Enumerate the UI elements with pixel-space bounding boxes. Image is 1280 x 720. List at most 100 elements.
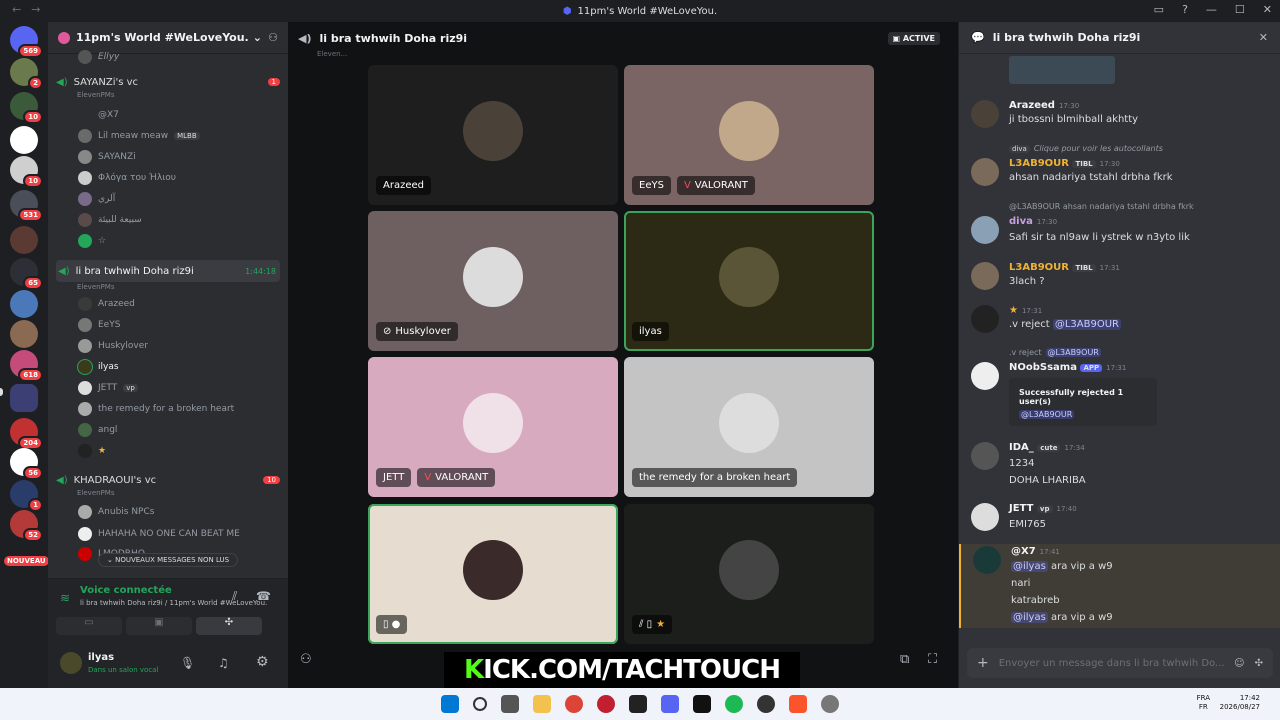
author[interactable]: L3AB9OUR [1009,158,1069,169]
fullscreen-icon[interactable]: ⛶ [928,652,937,667]
voice-status[interactable]: Voice connectée [80,585,172,596]
server-icon[interactable] [10,290,38,318]
author[interactable]: diva [1009,216,1033,227]
close-icon[interactable]: ✕ [1259,31,1268,44]
mic-icon[interactable]: 🎙 [180,656,195,670]
avatar[interactable] [971,158,999,186]
mention[interactable]: @L3AB9OUR [1052,319,1121,330]
nav-arrows[interactable]: ← → [12,3,40,16]
apps-icon[interactable]: ✣ [1255,658,1263,669]
author[interactable]: Arazeed [1009,100,1055,111]
server-icon[interactable]: 2 [10,58,43,90]
voice-channel-khadraoui[interactable]: ◀) KHADRAOUI's vc 10 [56,472,280,488]
search-icon[interactable] [473,697,487,711]
image-attachment[interactable] [1009,56,1115,84]
participant-tile[interactable]: EeYS V VALORANT [624,65,874,205]
list-item[interactable]: Arazeed [78,295,278,313]
participant-tile[interactable]: ⊘ Huskylover [368,211,618,351]
server-icon[interactable] [10,126,38,154]
app-icon[interactable] [629,695,647,713]
list-item[interactable]: JETT vp [78,379,278,397]
server-icon[interactable]: 618 [10,350,43,382]
server-icon[interactable]: 1 [10,480,43,512]
start-icon[interactable] [441,695,459,713]
inbox-icon[interactable]: ▭ [1154,3,1164,16]
avatar[interactable] [971,503,999,531]
list-item[interactable]: Anubis NPCs [78,503,278,521]
help-icon[interactable]: ? [1182,3,1188,16]
new-label[interactable]: NOUVEAU [4,556,49,566]
discord-icon[interactable] [661,695,679,713]
avatar[interactable] [971,362,999,390]
list-item[interactable]: Φλόγα του Ήλιου [78,169,278,187]
voice-channel-sayanzi[interactable]: ◀) SAYANZi's vc 1 [56,74,280,90]
noise-icon[interactable]: ⫽ [232,589,237,604]
back-icon[interactable]: ← [12,3,21,16]
list-item[interactable]: سبيعة للبيئة [78,211,278,229]
avatar[interactable] [971,216,999,244]
spotify-icon[interactable] [725,695,743,713]
server-icon[interactable]: 56 [10,448,43,480]
message-input[interactable]: + Envoyer un message dans li bra twhwih … [967,648,1273,678]
system-tray[interactable]: FRA FR [1197,694,1210,712]
list-item[interactable]: SAYANZi [78,148,278,166]
list-item[interactable]: EeYS [78,316,278,334]
chrome-icon[interactable] [565,695,583,713]
avatar[interactable] [971,262,999,290]
app-icon[interactable] [693,695,711,713]
server-icon[interactable]: 531 [10,190,43,222]
avatar[interactable] [60,652,82,674]
mention[interactable]: @ilyas [1011,612,1048,623]
list-item[interactable]: ilyas [78,358,278,376]
author[interactable]: ★ [1009,305,1018,316]
home-button[interactable]: 569 [10,26,43,58]
list-item[interactable]: angl [78,421,278,439]
disconnect-icon[interactable]: ☎ [256,589,271,603]
participant-tile[interactable]: ilyas [624,211,874,351]
app-icon[interactable] [597,695,615,713]
avatar[interactable] [973,546,1001,574]
file-explorer-icon[interactable] [533,695,551,713]
author[interactable]: @X7 [1011,546,1036,557]
headphones-icon[interactable]: ♫ [218,656,229,670]
minimize-icon[interactable]: — [1206,3,1217,16]
list-item[interactable]: @X7 [78,106,278,124]
forward-icon[interactable]: → [31,3,40,16]
add-member-icon[interactable]: ⚇ [268,31,278,44]
author[interactable]: NOobSsama [1009,362,1077,373]
list-item[interactable]: Huskylover [78,337,278,355]
activities-button[interactable]: ✣ [196,617,262,635]
list-item[interactable]: ☆ [78,232,278,250]
message-highlighted[interactable]: @X7 17:41 @ilyas ara vip a w9 nari katrab… [959,544,1280,628]
task-view-icon[interactable] [501,695,519,713]
add-user-icon[interactable]: ⚇ [300,652,312,667]
list-item[interactable]: Lil meaw meaw MLBB [78,127,278,145]
participant-tile[interactable]: ⫽ ▯ ★ [624,504,874,644]
voice-channel-path[interactable]: li bra twhwih Doha riz9i / 11pm's World … [80,599,267,607]
close-icon[interactable]: ✕ [1263,3,1272,16]
server-icon[interactable] [10,320,38,348]
author[interactable]: JETT [1009,503,1033,514]
server-icon[interactable]: 10 [10,92,43,124]
participant-tile[interactable]: ▯ ● [368,504,618,644]
maximize-icon[interactable]: ☐ [1235,3,1245,16]
server-icon[interactable]: 204 [10,418,43,450]
server-icon[interactable] [10,226,38,254]
avatar[interactable] [971,100,999,128]
mention[interactable]: @L3AB9OUR [1045,348,1101,357]
mention[interactable]: @L3AB9OUR [1019,410,1075,419]
server-icon[interactable]: 52 [10,510,43,542]
reply-text[interactable]: .v reject [1009,348,1042,357]
reply-text[interactable]: @L3AB9OUR ahsan nadariya tstahl drbha fk… [1009,202,1194,211]
author[interactable]: IDA_ [1009,442,1034,453]
list-item[interactable]: the remedy for a broken heart [78,400,278,418]
clock[interactable]: 17:42 2026/08/27 [1220,694,1260,712]
popout-icon[interactable]: ⧉ [900,652,909,667]
participant-tile[interactable]: JETT V VALORANT [368,357,618,497]
server-icon[interactable]: 65 [10,258,43,290]
list-item[interactable]: آلري [78,190,278,208]
author[interactable]: L3AB9OUR [1009,262,1069,273]
unread-banner[interactable]: ⌄ NOUVEAUX MESSAGES NON LUS [98,553,239,567]
settings-gear-icon[interactable]: ⚙ [256,654,269,670]
participant-tile[interactable]: the remedy for a broken heart [624,357,874,497]
